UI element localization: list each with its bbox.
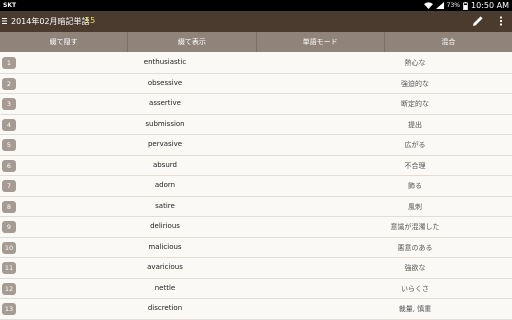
item-meaning: 広がる	[404, 141, 426, 149]
item-meaning: 断定的な	[401, 100, 429, 108]
signal-icon	[435, 2, 444, 9]
status-right: 73% 10:50 AM	[423, 0, 509, 11]
action-bar: 2014年02月暗記単語 15	[0, 11, 512, 32]
item-number: 11	[2, 262, 16, 274]
list-item[interactable]: 1 enthusiastic 熱心な	[0, 53, 512, 74]
pencil-icon[interactable]	[472, 15, 484, 27]
item-number: 10	[2, 241, 16, 254]
battery-percent: 73%	[446, 2, 461, 9]
item-number: 3	[2, 98, 16, 110]
list-item[interactable]: 2 obsessive 強迫的な	[0, 74, 512, 94]
item-word: avaricious	[147, 263, 183, 271]
item-meaning: 提出	[408, 120, 422, 129]
tab-hide-word[interactable]: 綴て隠す	[0, 32, 129, 52]
overflow-icon[interactable]	[497, 15, 505, 27]
list-item[interactable]: 10 malicious 悪意のある	[0, 238, 512, 258]
item-word: malicious	[148, 242, 182, 251]
app-title: 2014年02月暗記単語	[11, 17, 90, 26]
item-meaning: 不合理	[404, 161, 426, 170]
item-number: 2	[2, 77, 16, 90]
word-list: 1 enthusiastic 熱心な 2 obsessive 強迫的な 3 as…	[0, 53, 512, 320]
item-number: 1	[2, 57, 16, 69]
list-item[interactable]: 9 delirious 意識が混濁した	[0, 217, 512, 238]
list-item[interactable]: 13 discretion 裁量, 慎重	[0, 299, 512, 320]
item-meaning: 熱心な	[404, 59, 426, 67]
item-meaning: いらくさ	[401, 284, 429, 293]
item-meaning: 意識が混濁した	[390, 223, 440, 231]
item-word: pervasive	[147, 140, 183, 148]
item-word: delirious	[150, 222, 180, 230]
item-word: enthusiastic	[143, 58, 187, 66]
item-meaning: 悪意のある	[397, 243, 433, 252]
menu-icon[interactable]	[2, 15, 10, 27]
item-number: 13	[2, 303, 16, 315]
tab-show-word[interactable]: 綴て表示	[128, 32, 257, 52]
wifi-icon	[423, 2, 433, 9]
list-item[interactable]: 4 submission 提出	[0, 115, 512, 135]
item-word: nettle	[154, 283, 176, 292]
item-word: assertive	[149, 99, 181, 107]
item-word: obsessive	[147, 78, 183, 87]
list-item[interactable]: 5 pervasive 広がる	[0, 135, 512, 156]
clock: 10:50 AM	[471, 1, 509, 10]
tab-mixed[interactable]: 混合	[385, 32, 512, 52]
list-item[interactable]: 7 adorn 飾る	[0, 176, 512, 197]
list-item[interactable]: 6 absurd 不合理	[0, 156, 512, 176]
item-word: submission	[145, 119, 185, 128]
item-word: adorn	[154, 181, 176, 189]
item-meaning: 裁量, 慎重	[398, 305, 432, 313]
item-word: absurd	[152, 160, 177, 169]
status-bar: SKT 73% 10:50 AM	[0, 0, 512, 11]
list-item[interactable]: 3 assertive 断定的な	[0, 94, 512, 115]
item-word: satire	[155, 201, 175, 210]
carrier-label: SKT	[3, 2, 17, 9]
item-word: discretion	[147, 304, 183, 312]
battery-icon	[463, 1, 468, 10]
list-item[interactable]: 8 satire 風刺	[0, 197, 512, 217]
tab-word-mode[interactable]: 単語モード	[257, 32, 385, 52]
item-number: 6	[2, 159, 16, 172]
item-meaning: 風刺	[408, 202, 422, 211]
item-number: 12	[2, 282, 16, 295]
word-count-badge: 15	[85, 16, 96, 25]
item-meaning: 強迫的な	[401, 79, 429, 88]
list-item[interactable]: 11 avaricious 強欲な	[0, 258, 512, 279]
list-item[interactable]: 12 nettle いらくさ	[0, 279, 512, 299]
item-number: 8	[2, 200, 16, 213]
item-meaning: 強欲な	[404, 264, 426, 272]
item-number: 4	[2, 118, 16, 131]
item-number: 5	[2, 139, 16, 151]
item-number: 9	[2, 221, 16, 233]
mode-tabs: 綴て隠す 綴て表示 単語モード 混合	[0, 32, 512, 52]
item-meaning: 飾る	[408, 182, 422, 190]
item-number: 7	[2, 180, 16, 192]
